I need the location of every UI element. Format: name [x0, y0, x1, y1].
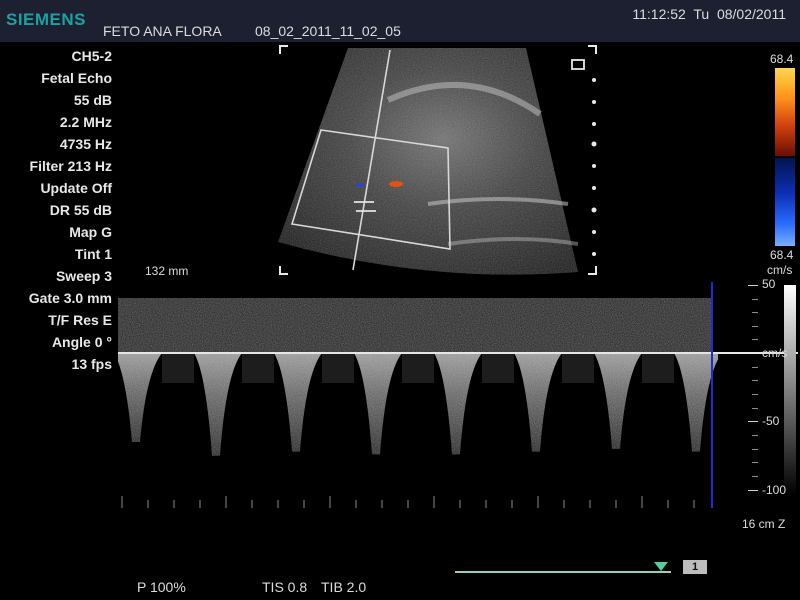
- param-tf-res: T/F Res E: [48, 312, 112, 328]
- param-preset: Fetal Echo: [41, 70, 112, 86]
- param-map: Map G: [69, 224, 112, 240]
- sector-svg: [278, 45, 597, 275]
- scale-minor-tick: [752, 462, 758, 463]
- param-gate: Gate 3.0 mm: [28, 290, 112, 306]
- scale-minor-tick: [752, 435, 758, 436]
- spectral-doppler: [114, 280, 754, 510]
- time: 11:12:52: [632, 6, 686, 22]
- bmode-image: [278, 44, 598, 276]
- cine-slider-track[interactable]: [455, 571, 671, 573]
- doppler-waveform-speckle: [514, 353, 562, 452]
- doppler-baseline[interactable]: [118, 352, 798, 354]
- scale-minor-tick: [752, 299, 758, 300]
- doppler-diastolic-fill: [482, 353, 514, 383]
- scale-minor-tick: [752, 449, 758, 450]
- doppler-waveform-speckle: [274, 353, 322, 452]
- brand-logo: SIEMENS: [6, 10, 87, 29]
- depth-zoom-label: 16 cm Z: [742, 517, 786, 531]
- scale-minor-tick: [752, 408, 758, 409]
- tib-value: TIB 2.0: [321, 579, 367, 595]
- velocity-unit: cm/s: [762, 346, 788, 360]
- velocity-label-mid: -50: [762, 414, 780, 428]
- scale-minor-tick: [752, 339, 758, 340]
- scale-minor-tick: [752, 380, 758, 381]
- doppler-diastolic-fill: [322, 353, 354, 383]
- param-dynamic-range: DR 55 dB: [49, 202, 112, 218]
- param-sweep: Sweep 3: [55, 268, 112, 284]
- param-frame-rate: 13 fps: [71, 356, 112, 372]
- param-update: Update Off: [40, 180, 112, 196]
- depth-label: 132 mm: [145, 264, 189, 278]
- color-scale-max: 68.4: [770, 52, 794, 66]
- doppler-diastolic-fill: [402, 353, 434, 383]
- color-scale-positive: [775, 68, 795, 156]
- param-angle: Angle 0 °: [51, 334, 112, 350]
- date-time: 11:12:52 Tu 08/02/2011: [632, 6, 786, 22]
- doppler-gray-scale: [784, 285, 796, 495]
- color-scale-unit: cm/s: [767, 263, 793, 277]
- date: 08/02/2011: [716, 6, 786, 22]
- doppler-diastolic-fill: [562, 353, 594, 383]
- scale-tick: [748, 421, 758, 422]
- time-ticks: [121, 496, 695, 508]
- doppler-diastolic-fill: [242, 353, 274, 383]
- frame-corner-tl: [279, 45, 288, 54]
- acoustic-power: P 100%: [137, 579, 186, 595]
- doppler-waveform-speckle: [114, 353, 162, 443]
- param-gain: 55 dB: [73, 92, 112, 108]
- scale-minor-tick: [752, 394, 758, 395]
- param-frequency: 2.2 MHz: [59, 114, 112, 130]
- scale-tick: [748, 490, 758, 491]
- depth-markers: [591, 78, 597, 256]
- frame-corner-bl: [279, 266, 288, 275]
- waveform-group: [114, 353, 754, 456]
- weekday: Tu: [693, 6, 710, 22]
- scale-tick: [748, 285, 758, 286]
- doppler-waveform-speckle: [594, 353, 642, 449]
- scale-minor-tick: [752, 476, 758, 477]
- page-indicator[interactable]: 1: [683, 560, 707, 574]
- doppler-waveform-speckle: [434, 353, 482, 455]
- scale-minor-tick: [752, 326, 758, 327]
- doppler-waveform-speckle: [194, 353, 242, 456]
- color-flow-blue: [356, 183, 364, 187]
- doppler-svg: [114, 298, 754, 508]
- scale-minor-tick: [752, 312, 758, 313]
- doppler-diastolic-fill: [642, 353, 674, 383]
- study-id: 08_02_2011_11_02_05: [255, 23, 401, 39]
- upper-speckle: [118, 298, 712, 354]
- color-flow-red: [389, 181, 403, 187]
- doppler-diastolic-fill: [162, 353, 194, 383]
- param-tint: Tint 1: [74, 246, 112, 262]
- doppler-waveform-speckle: [354, 353, 402, 455]
- velocity-label-top: 50: [762, 277, 776, 291]
- color-scale-negative: [775, 158, 795, 246]
- frame-corner-tr: [588, 45, 597, 54]
- scale-minor-tick: [752, 367, 758, 368]
- velocity-label-bottom: -100: [762, 483, 787, 497]
- frame-corner-br: [588, 266, 597, 275]
- cine-position-marker-icon[interactable]: [654, 562, 668, 571]
- param-filter: Filter 213 Hz: [29, 158, 112, 174]
- orientation-icon: [571, 59, 585, 70]
- patient-name: FETO ANA FLORA: [103, 23, 222, 39]
- tis-value: TIS 0.8: [262, 579, 308, 595]
- color-scale-min: 68.4: [770, 248, 794, 262]
- header-bar: SIEMENS FETO ANA FLORA 08_02_2011_11_02_…: [0, 0, 800, 42]
- param-prf: 4735 Hz: [59, 136, 112, 152]
- param-transducer: CH5-2: [71, 48, 112, 64]
- sweep-line: [711, 282, 713, 508]
